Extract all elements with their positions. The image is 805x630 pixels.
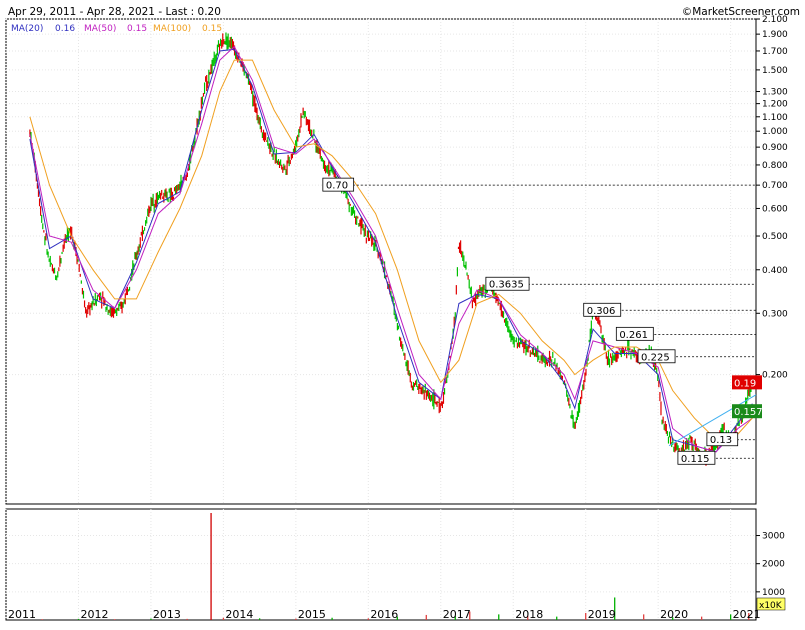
level-label: 0.261 (619, 330, 648, 341)
level-label: 0.13 (710, 435, 732, 446)
y-tick-label: 1.200 (762, 100, 788, 110)
y-tick-label: 1.100 (762, 113, 788, 123)
y-tick-label: 1.700 (762, 47, 788, 57)
level-label: 0.225 (641, 352, 670, 363)
x-tick-label: 2016 (370, 608, 398, 621)
y-tick-label: 0.500 (762, 232, 788, 242)
legend-ma100-label: MA(100) (153, 24, 191, 34)
y-tick-label: 1.500 (762, 66, 788, 76)
x-tick-label: 2020 (660, 608, 688, 621)
volume-tick-label: 3000 (762, 532, 785, 542)
volume-panel (5, 508, 757, 621)
volume-unit-label: x10K (759, 601, 783, 611)
y-tick-label: 0.300 (762, 309, 788, 319)
legend-ma20-label: MA(20) (11, 24, 43, 34)
x-tick-label: 2015 (298, 608, 326, 621)
copyright-link[interactable]: ©MarketScreener.com (682, 6, 800, 18)
y-tick-label: 0.200 (762, 371, 788, 381)
stock-chart: 0.70 0.3635 0.306 0.261 0.225 0.130.115 0.19 0.… (0, 0, 805, 630)
y-tick-label: 0.800 (762, 161, 788, 171)
x-tick-label: 2011 (8, 608, 36, 621)
legend-ma20-value: 0.16 (55, 24, 75, 34)
last-price-badge-label: 0.157 (734, 407, 763, 418)
y-tick-label: 0.600 (762, 204, 788, 214)
level-label: 0.306 (587, 306, 616, 317)
last-price-badge-label: 0.19 (734, 378, 756, 389)
volume-tick-label: 2000 (762, 560, 785, 570)
x-tick-label: 2021 (733, 608, 761, 621)
legend-ma100-value: 0.15 (202, 24, 222, 34)
chart-range-title: Apr 29, 2011 - Apr 28, 2021 - Last : 0.2… (8, 6, 221, 18)
y-tick-label: 1.300 (762, 88, 788, 98)
level-label: 0.70 (326, 181, 348, 192)
x-tick-label: 2013 (153, 608, 181, 621)
y-tick-label: 0.400 (762, 266, 788, 276)
x-tick-label: 2014 (225, 608, 253, 621)
level-label: 0.115 (681, 454, 710, 465)
x-tick-label: 2019 (588, 608, 616, 621)
legend-ma50-label: MA(50) (84, 24, 116, 34)
x-tick-label: 2018 (515, 608, 543, 621)
legend-ma50-value: 0.15 (127, 24, 147, 34)
y-tick-label: 0.700 (762, 181, 788, 191)
volume-tick-label: 1000 (762, 588, 785, 598)
x-tick-label: 2017 (443, 608, 471, 621)
x-tick-label: 2012 (80, 608, 108, 621)
y-tick-label: 0.900 (762, 143, 788, 153)
y-tick-label: 1.900 (762, 30, 788, 40)
y-tick-label: 1.000 (762, 127, 788, 137)
level-label: 0.3635 (489, 280, 524, 291)
